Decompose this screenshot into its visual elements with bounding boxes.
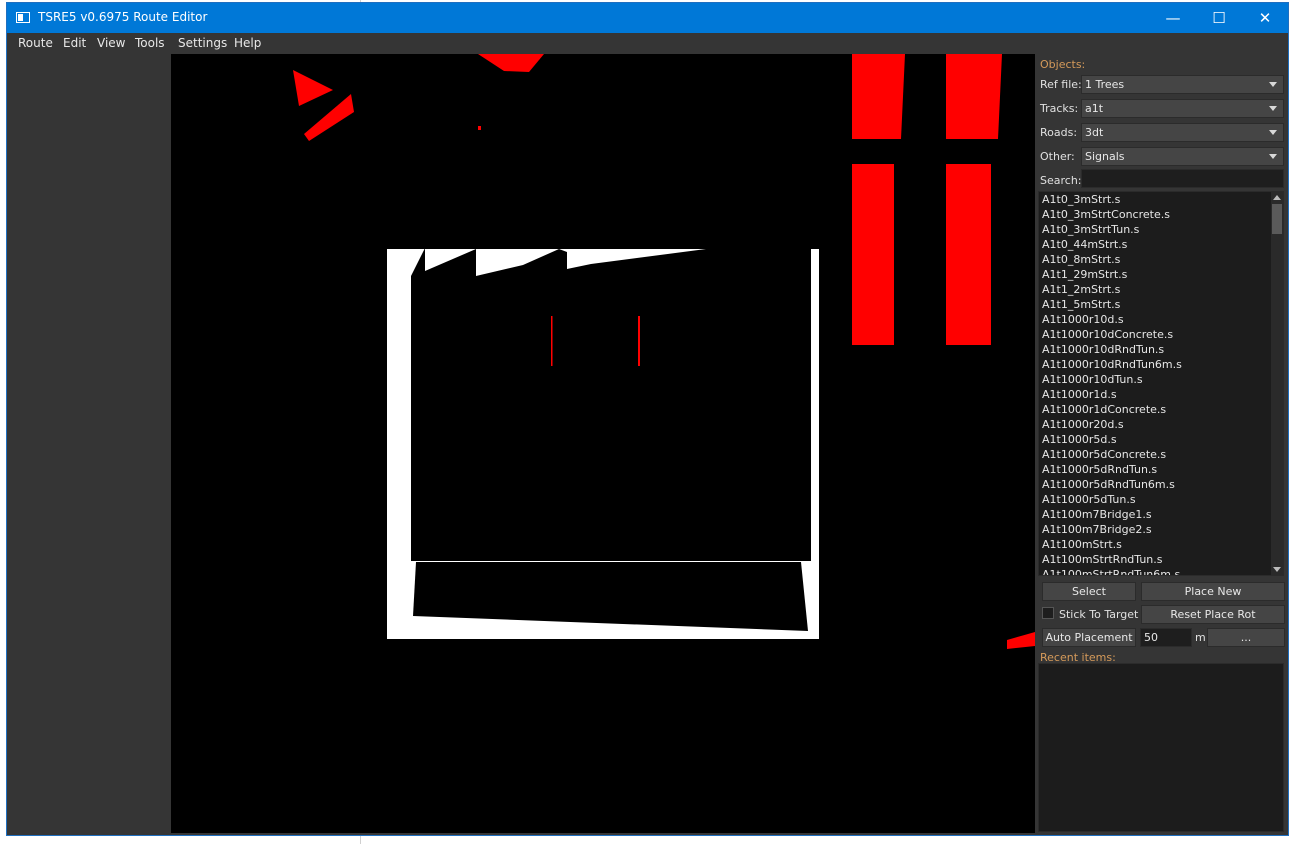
recent-items-list[interactable]	[1038, 663, 1284, 832]
title-bar[interactable]: TSRE5 v0.6975 Route Editor — ☐ ✕	[7, 3, 1288, 33]
roads-label: Roads:	[1040, 126, 1078, 139]
list-item[interactable]: A1t0_3mStrtTun.s	[1042, 223, 1139, 236]
other-value: Signals	[1085, 150, 1125, 163]
list-item[interactable]: A1t1000r10dRndTun.s	[1042, 343, 1164, 356]
reset-place-rot-button[interactable]: Reset Place Rot	[1141, 605, 1285, 624]
chevron-down-icon	[1269, 106, 1277, 111]
objects-section-label: Objects:	[1040, 58, 1086, 71]
list-item[interactable]: A1t0_8mStrt.s	[1042, 253, 1120, 266]
tracks-value: a1t	[1085, 102, 1104, 115]
list-item[interactable]: A1t0_3mStrt.s	[1042, 193, 1120, 206]
tracks-label: Tracks:	[1040, 102, 1079, 115]
ref-file-value: 1 Trees	[1085, 78, 1125, 91]
route-editor-window: TSRE5 v0.6975 Route Editor — ☐ ✕ Route E…	[7, 3, 1288, 835]
scene-red-shape	[946, 54, 1002, 139]
menu-view[interactable]: View	[97, 36, 125, 50]
scene-black-shape	[411, 248, 811, 561]
list-item[interactable]: A1t1_5mStrt.s	[1042, 298, 1120, 311]
ref-file-label: Ref file:	[1040, 78, 1082, 91]
roads-select[interactable]: 3dt	[1081, 123, 1284, 142]
list-scrollbar[interactable]	[1271, 192, 1283, 575]
distance-field[interactable]	[1140, 628, 1192, 647]
3d-viewport[interactable]	[171, 54, 1035, 833]
other-label: Other:	[1040, 150, 1075, 163]
list-item[interactable]: A1t1000r1dConcrete.s	[1042, 403, 1166, 416]
maximize-button[interactable]: ☐	[1196, 3, 1242, 33]
list-item[interactable]: A1t100m7Bridge2.s	[1042, 523, 1152, 536]
menu-settings[interactable]: Settings	[178, 36, 227, 50]
scene-red-shape	[478, 126, 481, 130]
objects-panel: Objects: Ref file: 1 Trees Tracks: a1t R…	[1035, 54, 1288, 835]
scene-render	[293, 54, 1035, 649]
search-label: Search:	[1040, 174, 1082, 187]
list-item[interactable]: A1t1000r10dRndTun6m.s	[1042, 358, 1182, 371]
stick-to-target-label: Stick To Target	[1059, 608, 1139, 621]
list-item[interactable]: A1t1000r5dConcrete.s	[1042, 448, 1166, 461]
scroll-down-icon[interactable]	[1273, 567, 1281, 572]
list-item[interactable]: A1t100mStrtRndTun6m.s	[1042, 568, 1180, 575]
list-item[interactable]: A1t1000r20d.s	[1042, 418, 1124, 431]
left-tool-panel	[7, 54, 171, 835]
chevron-down-icon	[1269, 130, 1277, 135]
list-item[interactable]: A1t1000r1d.s	[1042, 388, 1117, 401]
chevron-down-icon	[1269, 82, 1277, 87]
list-item[interactable]: A1t1000r10d.s	[1042, 313, 1124, 326]
list-item[interactable]: A1t1_2mStrt.s	[1042, 283, 1120, 296]
scene-red-shape	[1007, 632, 1035, 649]
list-item[interactable]: A1t1000r10dTun.s	[1042, 373, 1143, 386]
place-new-button[interactable]: Place New	[1141, 582, 1285, 601]
scene-red-shape	[852, 164, 894, 345]
list-item[interactable]: A1t100m7Bridge1.s	[1042, 508, 1152, 521]
list-item[interactable]: A1t1000r10dConcrete.s	[1042, 328, 1173, 341]
chevron-down-icon	[1269, 154, 1277, 159]
list-item[interactable]: A1t1000r5d.s	[1042, 433, 1117, 446]
scene-red-shape	[293, 70, 333, 106]
menu-bar: Route Edit View Tools Settings Help	[7, 33, 1288, 54]
search-input[interactable]	[1081, 169, 1284, 188]
auto-placement-button[interactable]: Auto Placement	[1042, 628, 1136, 647]
scene-red-shape	[852, 54, 905, 139]
tracks-select[interactable]: a1t	[1081, 99, 1284, 118]
window-title: TSRE5 v0.6975 Route Editor	[38, 10, 208, 24]
select-button[interactable]: Select	[1042, 582, 1136, 601]
object-list[interactable]: A1t100mStrtRndTun6m.s A1t100mStrtRndTun.s…	[1038, 191, 1284, 576]
list-item[interactable]: A1t0_3mStrtConcrete.s	[1042, 208, 1170, 221]
list-item[interactable]: A1t1_29mStrt.s	[1042, 268, 1127, 281]
distance-unit: m	[1195, 631, 1206, 644]
other-select[interactable]: Signals	[1081, 147, 1284, 166]
menu-route[interactable]: Route	[18, 36, 53, 50]
scene-red-shape	[478, 54, 544, 72]
stick-to-target-checkbox[interactable]	[1042, 607, 1054, 619]
scene-red-shape	[946, 164, 991, 345]
close-button[interactable]: ✕	[1242, 3, 1288, 33]
list-item[interactable]: A1t100mStrt.s	[1042, 538, 1122, 551]
menu-tools[interactable]: Tools	[135, 36, 165, 50]
menu-help[interactable]: Help	[234, 36, 261, 50]
list-item[interactable]: A1t100mStrtRndTun.s	[1042, 553, 1163, 566]
list-item[interactable]: A1t1000r5dTun.s	[1042, 493, 1136, 506]
list-item[interactable]: A1t1000r5dRndTun6m.s	[1042, 478, 1175, 491]
scroll-thumb[interactable]	[1272, 204, 1282, 234]
scene-red-shape	[304, 94, 354, 141]
app-icon	[16, 12, 30, 23]
scroll-up-icon[interactable]	[1273, 195, 1281, 200]
minimize-button[interactable]: —	[1150, 3, 1196, 33]
scene-red-line	[551, 316, 553, 366]
list-item[interactable]: A1t1000r5dRndTun.s	[1042, 463, 1157, 476]
roads-value: 3dt	[1085, 126, 1104, 139]
list-item[interactable]: A1t0_44mStrt.s	[1042, 238, 1127, 251]
menu-edit[interactable]: Edit	[63, 36, 86, 50]
ref-file-select[interactable]: 1 Trees	[1081, 75, 1284, 94]
scene-red-line	[638, 316, 640, 366]
more-options-button[interactable]: ...	[1207, 628, 1285, 647]
